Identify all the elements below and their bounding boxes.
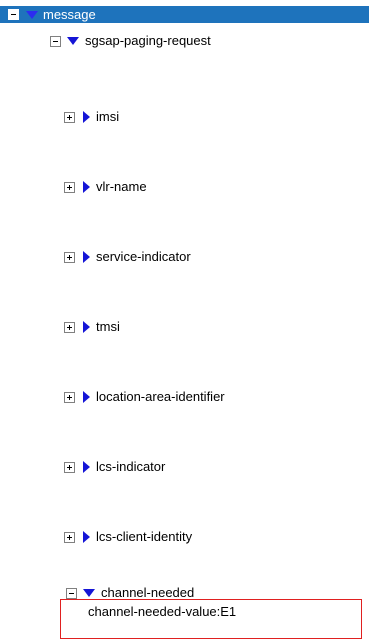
collapse-toggle-icon[interactable] bbox=[50, 35, 61, 47]
tree-node-label: imsi bbox=[96, 109, 120, 124]
collapsed-triangle-icon bbox=[83, 461, 90, 473]
expand-toggle-icon[interactable] bbox=[64, 251, 75, 263]
collapsed-triangle-icon bbox=[83, 391, 90, 403]
expand-toggle-icon[interactable] bbox=[64, 321, 75, 333]
expanded-triangle-icon bbox=[83, 589, 95, 597]
expand-toggle-icon[interactable] bbox=[64, 391, 75, 403]
tree-node-label: location-area-identifier bbox=[96, 389, 225, 404]
tree-node-message[interactable]: message bbox=[0, 6, 369, 23]
collapse-toggle-icon[interactable] bbox=[66, 587, 77, 599]
tree-node-label: service-indicator bbox=[96, 249, 191, 264]
tree-leaf-channel-needed-value[interactable]: channel-needed-value:E1 bbox=[88, 603, 236, 621]
tree-node-location-area-identifier[interactable]: location-area-identifier bbox=[0, 388, 225, 406]
tree-node-label: message bbox=[43, 6, 96, 22]
tree-node-tmsi[interactable]: tmsi bbox=[0, 318, 120, 336]
tree-node-vlr-name[interactable]: vlr-name bbox=[0, 178, 147, 196]
tree-node-label: channel-needed bbox=[101, 585, 195, 600]
tree-node-label: sgsap-paging-request bbox=[85, 33, 211, 48]
tree-node-label: lcs-client-identity bbox=[96, 529, 193, 544]
tree-leaf-label: channel-needed-value:E1 bbox=[88, 604, 237, 619]
expand-toggle-icon[interactable] bbox=[64, 461, 75, 473]
collapsed-triangle-icon bbox=[83, 321, 90, 333]
expanded-triangle-icon bbox=[67, 37, 79, 45]
expand-toggle-icon[interactable] bbox=[64, 111, 75, 123]
expand-toggle-icon[interactable] bbox=[64, 531, 75, 543]
tree-node-sgsap-paging-request[interactable]: sgsap-paging-request bbox=[0, 32, 211, 50]
collapse-toggle-icon[interactable] bbox=[8, 9, 19, 20]
tree-node-label: lcs-indicator bbox=[96, 459, 166, 474]
expanded-triangle-icon bbox=[26, 10, 38, 19]
tree-node-imsi[interactable]: imsi bbox=[0, 108, 119, 126]
tree-node-label: vlr-name bbox=[96, 179, 147, 194]
tree-node-channel-needed[interactable]: channel-needed bbox=[16, 584, 194, 602]
expand-toggle-icon[interactable] bbox=[64, 181, 75, 193]
tree-node-label: tmsi bbox=[96, 319, 120, 334]
collapsed-triangle-icon bbox=[83, 181, 90, 193]
tree-node-lcs-indicator[interactable]: lcs-indicator bbox=[0, 458, 165, 476]
tree-node-lcs-client-identity[interactable]: lcs-client-identity bbox=[0, 528, 192, 546]
collapsed-triangle-icon bbox=[83, 111, 90, 123]
collapsed-triangle-icon bbox=[83, 531, 90, 543]
tree-node-service-indicator[interactable]: service-indicator bbox=[0, 248, 191, 266]
collapsed-triangle-icon bbox=[83, 251, 90, 263]
